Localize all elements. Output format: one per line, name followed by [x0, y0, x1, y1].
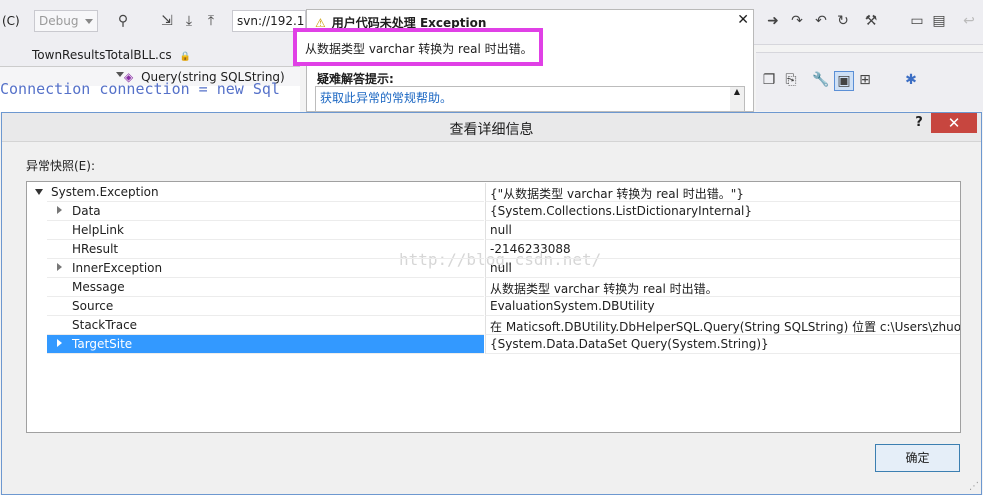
- troubleshooting-link[interactable]: 获取此异常的常规帮助。: [320, 89, 452, 106]
- property-value: EvaluationSystem.DBUtility: [490, 299, 655, 313]
- exception-property-grid[interactable]: http://blog.csdn.net/ System.Exception {"…: [26, 181, 961, 433]
- property-value-cell[interactable]: null: [485, 259, 960, 278]
- help-button[interactable]: ?: [908, 115, 930, 133]
- svn-path-value: svn://192.16: [237, 14, 306, 28]
- upload-icon[interactable]: ⤒: [202, 12, 220, 30]
- uncomment-icon[interactable]: ▤: [930, 12, 948, 30]
- table-row[interactable]: Source EvaluationSystem.DBUtility: [27, 297, 960, 316]
- property-value: null: [490, 261, 512, 275]
- troubleshooting-list: 获取此异常的常规帮助。 ▲: [315, 86, 745, 112]
- chevron-down-icon: [116, 72, 124, 77]
- bluetooth-icon[interactable]: ✱: [902, 71, 920, 89]
- tab-label: TownResultsTotalBLL.cs: [32, 48, 172, 62]
- troubleshooting-title: 疑难解答提示:: [317, 72, 394, 86]
- comment-icon[interactable]: ▭: [908, 12, 926, 30]
- property-value-cell[interactable]: 在 Maticsoft.DBUtility.DbHelperSQL.Query(…: [485, 316, 960, 335]
- secondary-toolbar: ❐ ⎘ 🔧 ▣ ⊞ ✱: [756, 52, 983, 111]
- exception-message: 从数据类型 varchar 转换为 real 时出错。: [305, 42, 533, 56]
- configuration-dropdown[interactable]: Debug: [34, 10, 98, 32]
- property-name: HResult: [72, 242, 119, 256]
- table-row[interactable]: Message 从数据类型 varchar 转换为 real 时出错。: [27, 278, 960, 297]
- property-value: {"从数据类型 varchar 转换为 real 时出错。"}: [490, 187, 744, 201]
- property-value: -2146233088: [490, 242, 571, 256]
- property-value-cell[interactable]: {"从数据类型 varchar 转换为 real 时出错。"}: [485, 183, 960, 202]
- property-name: System.Exception: [51, 185, 159, 199]
- table-row[interactable]: InnerException null: [27, 259, 960, 278]
- property-value: {System.Data.DataSet Query(System.String…: [490, 337, 769, 351]
- property-name-cell[interactable]: HelpLink: [47, 221, 484, 240]
- property-name: TargetSite: [72, 337, 133, 351]
- pin-icon[interactable]: 🔒: [180, 52, 191, 62]
- close-button[interactable]: ✕: [931, 113, 977, 133]
- step-icon[interactable]: ⇲: [158, 12, 176, 30]
- undo-icon[interactable]: ↩: [960, 12, 978, 30]
- find-icon[interactable]: ⚲: [114, 12, 132, 30]
- window-icon[interactable]: ❐: [760, 71, 778, 89]
- property-value-cell[interactable]: {System.Data.DataSet Query(System.String…: [485, 335, 960, 354]
- property-name: Source: [72, 299, 114, 313]
- step-over-icon[interactable]: ↷: [788, 12, 806, 30]
- step-into-icon[interactable]: ↶: [812, 12, 830, 30]
- document-tab-strip: TownResultsTotalBLL.cs 🔒: [0, 44, 300, 66]
- property-value-cell[interactable]: null: [485, 221, 960, 240]
- property-name: HelpLink: [72, 223, 124, 237]
- property-name: Data: [72, 204, 101, 218]
- dialog-titlebar: 查看详细信息 ? ✕: [2, 113, 981, 142]
- tools-icon[interactable]: ⚒: [862, 12, 880, 30]
- exception-assistant-popup: ⚠ 用户代码未处理 Exception ✕ 从数据类型 varchar 转换为 r…: [293, 9, 754, 112]
- download-icon[interactable]: ⤓: [180, 12, 198, 30]
- property-name-cell[interactable]: Message: [47, 278, 484, 297]
- property-name-cell[interactable]: InnerException: [47, 259, 484, 278]
- table-row[interactable]: HelpLink null: [27, 221, 960, 240]
- property-value: 在 Maticsoft.DBUtility.DbHelperSQL.Query(…: [490, 320, 961, 334]
- property-name-cell[interactable]: System.Exception: [47, 183, 484, 202]
- arrow-right-icon[interactable]: ➜: [764, 12, 782, 30]
- table-row[interactable]: StackTrace 在 Maticsoft.DBUtility.DbHelpe…: [27, 316, 960, 335]
- property-value-cell[interactable]: {System.Collections.ListDictionaryIntern…: [485, 202, 960, 221]
- table-row[interactable]: Data {System.Collections.ListDictionaryIn…: [27, 202, 960, 221]
- property-value: null: [490, 223, 512, 237]
- expand-closed-icon[interactable]: [57, 263, 62, 271]
- property-value: {System.Collections.ListDictionaryIntern…: [490, 204, 753, 218]
- property-value: 从数据类型 varchar 转换为 real 时出错。: [490, 282, 718, 296]
- table-row[interactable]: TargetSite {System.Data.DataSet Query(Sys…: [27, 335, 960, 354]
- scroll-up-icon[interactable]: ▲: [730, 87, 744, 111]
- property-name: InnerException: [72, 261, 163, 275]
- chevron-down-icon: [85, 19, 93, 24]
- property-name-cell[interactable]: TargetSite: [47, 335, 484, 354]
- view-detail-dialog: 查看详细信息 ? ✕ 异常快照(E): http://blog.csdn.net…: [1, 112, 982, 495]
- property-name-cell[interactable]: Data: [47, 202, 484, 221]
- dialog-title: 查看详细信息: [449, 122, 534, 138]
- copy-icon[interactable]: ⎘: [782, 71, 800, 89]
- property-value-cell[interactable]: EvaluationSystem.DBUtility: [485, 297, 960, 316]
- property-name: StackTrace: [72, 318, 138, 332]
- resize-grip-icon[interactable]: ⋰: [969, 481, 979, 492]
- expand-open-icon[interactable]: [35, 189, 43, 195]
- step-out-icon[interactable]: ↻: [834, 12, 852, 30]
- expand-closed-icon[interactable]: [57, 339, 62, 347]
- toolbar-left-text: (C): [2, 14, 20, 28]
- hierarchy-icon[interactable]: ⊞: [856, 71, 874, 89]
- property-name: Message: [72, 280, 125, 294]
- exception-message-highlight: 从数据类型 varchar 转换为 real 时出错。: [293, 28, 543, 66]
- property-value-cell[interactable]: 从数据类型 varchar 转换为 real 时出错。: [485, 278, 960, 297]
- property-name-cell[interactable]: StackTrace: [47, 316, 484, 335]
- wrench-icon[interactable]: 🔧: [812, 71, 830, 89]
- ok-button[interactable]: 确定: [875, 444, 960, 472]
- configuration-value: Debug: [39, 14, 79, 28]
- code-line: Connection connection = new Sql: [0, 80, 280, 98]
- snapshot-label: 异常快照(E):: [26, 159, 95, 173]
- property-value-cell[interactable]: -2146233088: [485, 240, 960, 259]
- expand-closed-icon[interactable]: [57, 206, 62, 214]
- table-row[interactable]: System.Exception {"从数据类型 varchar 转换为 real…: [27, 183, 960, 202]
- property-name-cell[interactable]: HResult: [47, 240, 484, 259]
- property-name-cell[interactable]: Source: [47, 297, 484, 316]
- table-row[interactable]: HResult -2146233088: [27, 240, 960, 259]
- code-editor[interactable]: Connection connection = new Sql: [0, 80, 300, 112]
- close-icon[interactable]: ✕: [737, 12, 749, 28]
- properties-icon[interactable]: ▣: [834, 71, 854, 91]
